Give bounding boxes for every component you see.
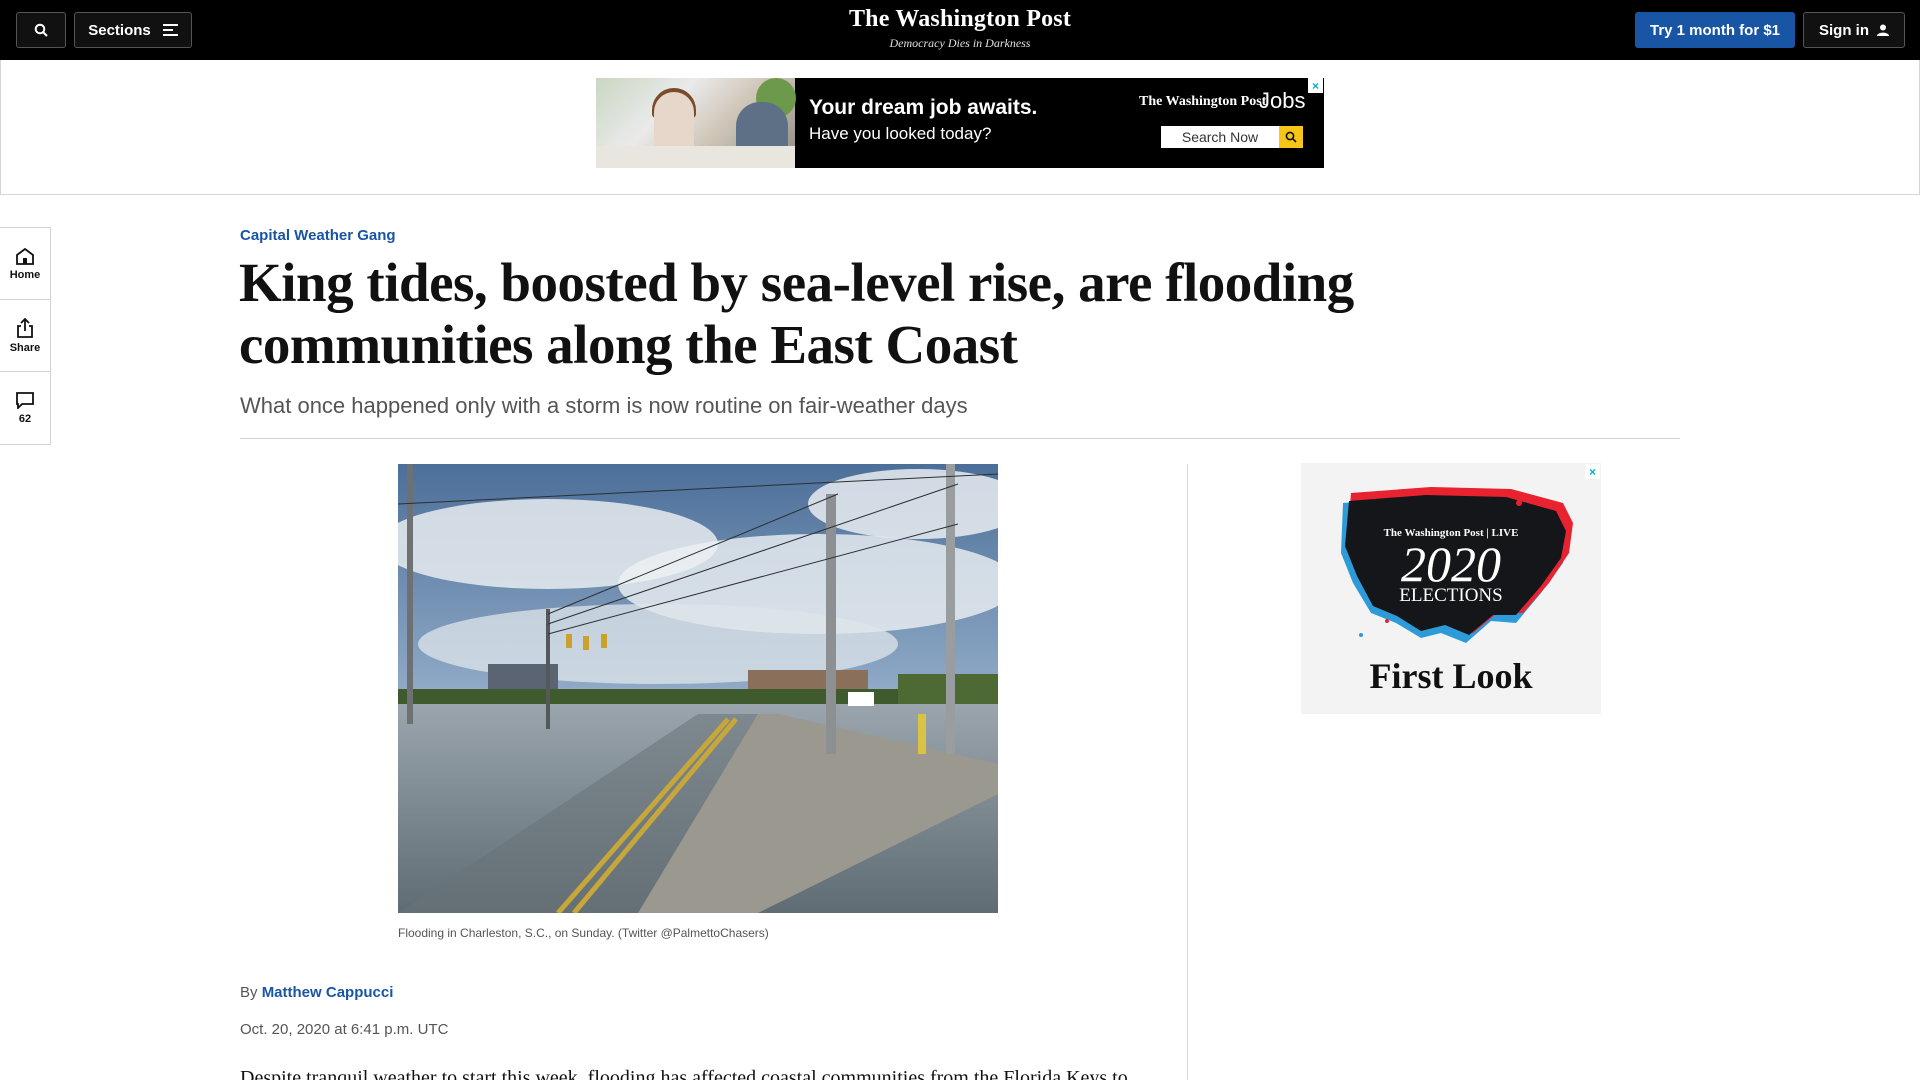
banner-ad-headline: Your dream job awaits. <box>809 96 1038 119</box>
column-divider <box>1187 464 1188 1080</box>
flooded-street-illustration <box>398 464 998 913</box>
search-icon <box>34 23 48 37</box>
left-share-rail: Home Share 62 <box>0 227 51 445</box>
side-ad-tagline: First Look <box>1369 656 1533 696</box>
home-icon <box>16 247 34 265</box>
publish-timestamp: Oct. 20, 2020 at 6:41 p.m. UTC <box>240 1021 449 1038</box>
subscribe-button[interactable]: Try 1 month for $1 <box>1635 12 1795 48</box>
rail-home-button[interactable]: Home <box>0 228 50 300</box>
elections-side-ad[interactable]: The Washington Post | LIVE 2020 ELECTION… <box>1301 463 1601 714</box>
side-ad-close-icon[interactable]: × <box>1585 464 1600 479</box>
washington-post-logo[interactable]: The Washington Post <box>760 6 1160 33</box>
article-section-kicker[interactable]: Capital Weather Gang <box>240 227 396 244</box>
desk-shape <box>596 146 795 168</box>
banner-ad-search-button[interactable]: Search Now <box>1161 126 1279 148</box>
article-body-first-line: Despite tranquil weather to start this w… <box>240 1067 1128 1080</box>
rail-comment-count: 62 <box>18 413 32 425</box>
user-icon <box>1877 24 1889 36</box>
banner-ad-subhead: Have you looked today? <box>809 124 992 143</box>
article-byline: By Matthew Cappucci <box>240 984 393 1001</box>
woman-shape <box>654 92 694 152</box>
author-link[interactable]: Matthew Cappucci <box>262 984 394 1001</box>
top-navigation-bar: Sections The Washington Post Democracy D… <box>0 0 1920 60</box>
photo-caption: Flooding in Charleston, S.C., on Sunday.… <box>398 926 769 940</box>
article-lead-photo[interactable] <box>398 464 998 913</box>
banner-ad-photo <box>596 78 796 168</box>
search-button[interactable] <box>16 12 66 48</box>
rail-comments-button[interactable]: 62 <box>0 372 50 444</box>
ad-close-icon[interactable]: × <box>1308 78 1323 93</box>
sign-in-button[interactable]: Sign in <box>1803 12 1905 48</box>
banner-ad-search-icon-button[interactable] <box>1279 126 1303 148</box>
rail-home-label: Home <box>9 268 41 281</box>
banner-ad-product: Jobs <box>1259 88 1306 113</box>
masthead[interactable]: The Washington Post Democracy Dies in Da… <box>760 6 1160 51</box>
rail-share-label: Share <box>9 341 41 354</box>
side-ad-title: ELECTIONS <box>1399 585 1503 606</box>
sections-menu-button[interactable]: Sections <box>74 12 192 48</box>
comment-icon <box>16 392 34 409</box>
header-divider <box>240 438 1680 439</box>
article-subheadline: What once happened only with a storm is … <box>240 393 968 418</box>
jobs-banner-ad[interactable]: Your dream job awaits. Have you looked t… <box>596 78 1324 168</box>
search-icon <box>1285 131 1297 143</box>
masthead-tagline: Democracy Dies in Darkness <box>889 36 1031 50</box>
hamburger-icon <box>162 24 178 36</box>
sections-label: Sections <box>88 21 151 39</box>
sign-in-label: Sign in <box>1819 21 1869 39</box>
banner-ad-brand: The Washington Post <box>1139 94 1267 109</box>
rail-share-button[interactable]: Share <box>0 300 50 372</box>
byline-prefix: By <box>240 984 258 1001</box>
article-headline: King tides, boosted by sea-level rise, a… <box>239 252 1354 375</box>
share-icon <box>17 317 33 338</box>
